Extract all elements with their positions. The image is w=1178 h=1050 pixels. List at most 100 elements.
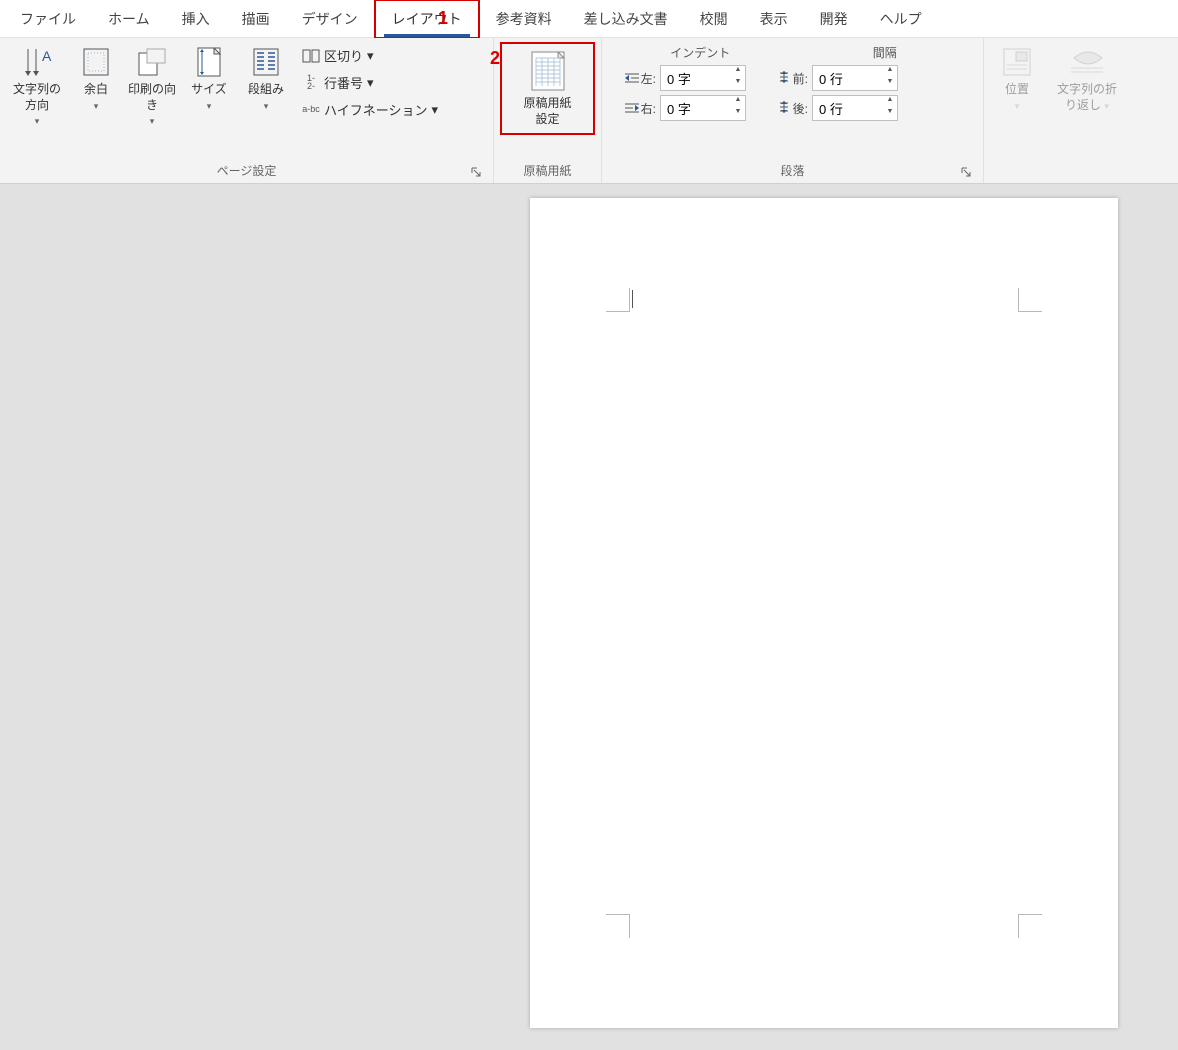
indent-right-spinner[interactable]: ▲▼ (660, 95, 746, 121)
genko-label-line1: 原稿用紙 (523, 96, 571, 110)
spacing-before-label: 前: (750, 70, 808, 87)
dropdown-icon: ▾ (431, 102, 438, 118)
tab-help[interactable]: ヘルプ (864, 1, 938, 37)
group-paragraph: インデント 間隔 左: ▲▼ 前: ▲▼ 右: ▲▼ 後: ▲▼ 段落 (602, 38, 984, 183)
paragraph-group-label: 段落 (780, 164, 804, 178)
position-icon (1001, 46, 1033, 78)
size-button[interactable]: サイズ ▾ (184, 42, 234, 117)
dropdown-icon: ▾ (207, 101, 212, 111)
margins-label: 余白 (84, 82, 108, 96)
dropdown-icon: ▾ (35, 116, 40, 126)
size-label: サイズ (191, 82, 227, 96)
tab-developer[interactable]: 開発 (804, 1, 864, 37)
tab-review[interactable]: 校閲 (684, 1, 744, 37)
wrap-text-label-line2: り返し (1065, 98, 1101, 112)
hyphenation-label: ハイフネーション (324, 100, 427, 119)
position-label: 位置 (1005, 82, 1029, 96)
wrap-text-icon (1071, 46, 1103, 78)
document-area (0, 184, 1178, 1050)
tab-design[interactable]: デザイン (286, 1, 374, 37)
indent-left-label: 左: (608, 70, 656, 87)
orientation-button[interactable]: 印刷の向き ▾ (124, 42, 180, 133)
annotation-1: 1 (438, 8, 448, 29)
spin-up-icon[interactable]: ▲ (731, 96, 745, 108)
indent-right-label: 右: (608, 100, 656, 117)
group-arrange: 位置 ▾ 文字列の折り返し ▾ (984, 38, 1174, 183)
breaks-button[interactable]: 区切り ▾ (298, 44, 442, 67)
genko-group-label: 原稿用紙 (523, 164, 571, 178)
crop-mark-top-left (606, 288, 630, 312)
tab-mailings[interactable]: 差し込み文書 (568, 1, 684, 37)
position-button: 位置 ▾ (990, 42, 1044, 117)
document-page[interactable] (530, 198, 1118, 1028)
text-direction-label: 文字列の方向 (13, 82, 61, 112)
indent-heading: インデント (608, 42, 793, 63)
hyphenation-icon: a-bc (302, 102, 320, 118)
paragraph-dialog-launcher[interactable] (959, 165, 973, 179)
wrap-text-button: 文字列の折り返し ▾ (1048, 42, 1126, 117)
spin-down-icon[interactable]: ▼ (883, 108, 897, 120)
indent-right-input[interactable] (661, 96, 731, 120)
dropdown-icon: ▾ (367, 48, 374, 64)
spacing-after-input[interactable] (813, 96, 883, 120)
spin-up-icon[interactable]: ▲ (883, 96, 897, 108)
spacing-heading: 間隔 (793, 42, 978, 63)
spin-down-icon[interactable]: ▼ (883, 78, 897, 90)
dropdown-icon: ▾ (150, 116, 155, 126)
indent-left-spinner[interactable]: ▲▼ (660, 65, 746, 91)
spacing-after-spinner[interactable]: ▲▼ (812, 95, 898, 121)
hyphenation-button[interactable]: a-bc ハイフネーション ▾ (298, 98, 442, 121)
crop-mark-bottom-left (606, 914, 630, 938)
columns-label: 段組み (248, 82, 284, 96)
page-setup-dialog-launcher[interactable] (469, 165, 483, 179)
indent-left-icon (625, 72, 639, 84)
text-cursor (632, 290, 633, 308)
orientation-label: 印刷の向き (128, 82, 176, 112)
line-numbers-icon: 1-2- (302, 75, 320, 91)
genko-settings-button[interactable]: 原稿用紙設定 (500, 42, 595, 135)
orientation-icon (136, 46, 168, 78)
breaks-label: 区切り (324, 46, 363, 65)
spacing-before-input[interactable] (813, 66, 883, 90)
page-setup-group-label: ページ設定 (217, 164, 277, 178)
dropdown-icon: ▾ (1015, 101, 1020, 111)
group-page-setup: A 文字列の方向 ▾ 余白 ▾ 印刷の向き ▾ サイズ ▾ (0, 38, 494, 183)
svg-text:A: A (42, 48, 52, 64)
genko-label-line2: 設定 (535, 112, 559, 126)
tab-view[interactable]: 表示 (744, 1, 804, 37)
columns-button[interactable]: 段組み ▾ (238, 42, 294, 117)
spin-up-icon[interactable]: ▲ (883, 66, 897, 78)
tab-draw[interactable]: 描画 (226, 1, 286, 37)
spin-down-icon[interactable]: ▼ (731, 108, 745, 120)
crop-mark-bottom-right (1018, 914, 1042, 938)
tab-home[interactable]: ホーム (92, 1, 166, 37)
tab-insert[interactable]: 挿入 (166, 1, 226, 37)
columns-icon (250, 46, 282, 78)
spacing-before-icon (777, 71, 791, 85)
indent-left-input[interactable] (661, 66, 731, 90)
size-icon (193, 46, 225, 78)
spacing-before-spinner[interactable]: ▲▼ (812, 65, 898, 91)
spacing-after-icon (777, 101, 791, 115)
tab-file[interactable]: ファイル (4, 1, 92, 37)
group-genko-paper: 原稿用紙設定 原稿用紙 (494, 38, 602, 183)
tab-layout[interactable]: レイアウト (374, 0, 480, 39)
genko-icon (527, 50, 569, 92)
text-direction-button[interactable]: A 文字列の方向 ▾ (6, 42, 68, 133)
line-numbers-label: 行番号 (324, 73, 363, 92)
spin-down-icon[interactable]: ▼ (731, 78, 745, 90)
text-direction-icon: A (21, 46, 53, 78)
dropdown-icon: ▾ (264, 101, 269, 111)
annotation-2: 2 (490, 48, 500, 69)
dropdown-icon: ▾ (367, 75, 374, 91)
ribbon-tabs: ファイル ホーム 挿入 描画 デザイン 1 レイアウト 参考資料 差し込み文書 … (0, 0, 1178, 38)
spacing-after-label: 後: (750, 100, 808, 117)
dropdown-icon: ▾ (94, 101, 99, 111)
ribbon-body: 2 A 文字列の方向 ▾ 余白 ▾ 印刷の向き ▾ (0, 38, 1178, 184)
dropdown-icon: ▾ (1104, 101, 1109, 111)
line-numbers-button[interactable]: 1-2- 行番号 ▾ (298, 71, 442, 94)
breaks-icon (302, 48, 320, 64)
tab-references[interactable]: 参考資料 (480, 1, 568, 37)
margins-button[interactable]: 余白 ▾ (72, 42, 120, 117)
spin-up-icon[interactable]: ▲ (731, 66, 745, 78)
